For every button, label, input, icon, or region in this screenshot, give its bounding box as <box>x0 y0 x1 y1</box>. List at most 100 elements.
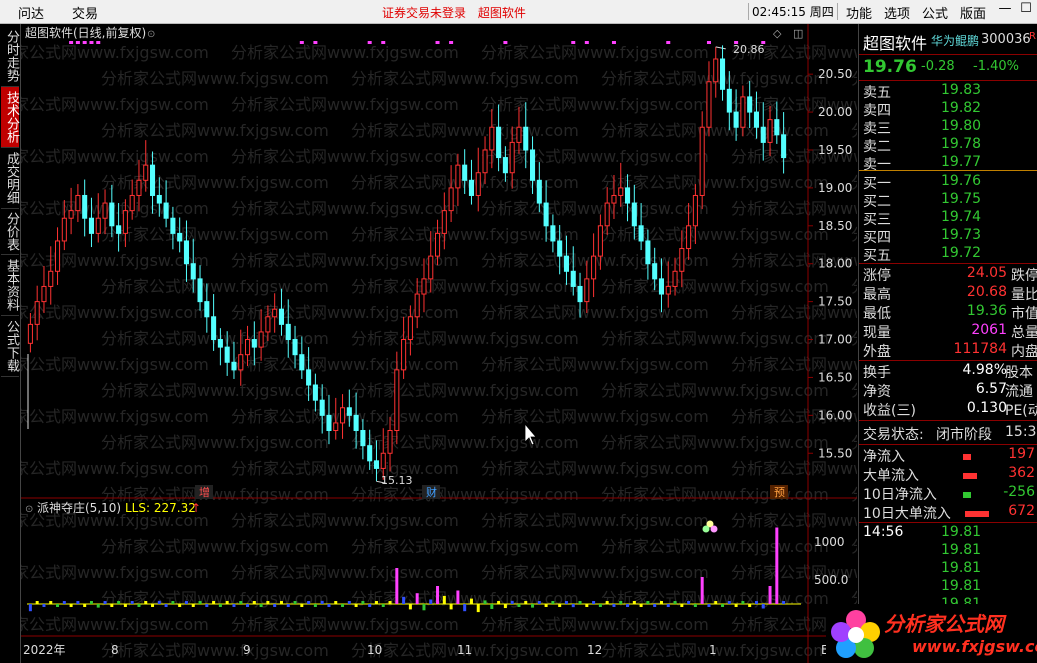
menu-trade[interactable]: 交易 <box>72 3 98 22</box>
stat-row: 外盘 111784 内盘 <box>863 341 1037 360</box>
candle-body <box>136 179 142 196</box>
nav-technical[interactable]: 技术分析 <box>1 87 19 148</box>
watermark-text: 分析家公式网www.fxjgsw.com <box>231 511 459 530</box>
candle-body <box>496 126 502 159</box>
stock-code: 300036 <box>981 32 1031 47</box>
candle-body <box>645 240 651 265</box>
watermark-text: 分析家公式网www.fxjgsw.com <box>101 537 329 556</box>
stat-label: 最高 <box>863 287 891 303</box>
watermark-text: 分析家公式网www.fxjgsw.com <box>601 329 829 348</box>
watermark-text: 分析家公式网www.fxjgsw.com <box>851 537 857 556</box>
left-nav: 分时走势 技术分析 成交明细 分价表 基本资料 公式下载 <box>0 24 21 663</box>
nav-trade-detail[interactable]: 成交明细 <box>1 148 19 209</box>
watermark-text: 分析家公式网www.fxjgsw.com <box>21 407 209 426</box>
maximize-button[interactable]: ☐ <box>1015 1 1037 16</box>
menu-formula[interactable]: 公式 <box>922 3 948 22</box>
indicator-bar <box>497 601 501 604</box>
indicator-title[interactable]: 派神夺庄(5,10) <box>37 500 121 515</box>
menu-layout[interactable]: 版面 <box>960 3 986 22</box>
menu-options[interactable]: 选项 <box>884 3 910 22</box>
candle-body <box>360 430 366 447</box>
flow-label: 净流入 <box>863 449 905 465</box>
menu-function[interactable]: 功能 <box>846 3 872 22</box>
indicator-bar <box>524 601 528 604</box>
nav-formula-download[interactable]: 公式下载 <box>1 316 19 377</box>
indicator-bar <box>42 604 46 607</box>
candle-body <box>211 316 217 341</box>
candle-body <box>326 414 332 432</box>
event-marker-yu[interactable]: 预 <box>774 486 785 499</box>
indicator-bar <box>564 601 568 604</box>
nav-price-table[interactable]: 分价表 <box>1 209 19 255</box>
candle-body <box>116 225 122 234</box>
indicator-bar <box>286 604 290 607</box>
candle-body <box>251 339 257 348</box>
indicator-bar <box>687 601 691 604</box>
candle-body <box>150 164 156 196</box>
indicator-bar <box>700 577 704 604</box>
kline-chart[interactable]: 分析家公式网www.fxjgsw.com 分析家公式网www.fxjgsw.com… <box>21 24 857 663</box>
indicator-bar <box>259 604 263 607</box>
signal-dot <box>299 41 304 44</box>
stat-value: 19.36 <box>966 303 1007 319</box>
tick-row: 19.81 <box>863 578 1035 596</box>
watermark-text: 分析家公式网www.fxjgsw.com <box>601 485 829 504</box>
indicator-bar <box>578 601 582 604</box>
indicator-bar <box>408 604 412 610</box>
x-label-12: 12 <box>587 643 602 657</box>
indicator-bar <box>28 604 32 612</box>
watermark-text: 分析家公式网www.fxjgsw.com <box>21 563 209 582</box>
indicator-menu-icon[interactable]: ⊙ <box>25 504 33 515</box>
trade-login-status[interactable]: 证券交易未登录 <box>382 6 466 20</box>
event-marker-zeng[interactable]: 增 <box>199 485 210 499</box>
tick-price: 19.81 <box>941 542 982 558</box>
diamond-icon[interactable]: ◇ <box>773 27 782 40</box>
stock-name-notice[interactable]: 超图软件 <box>478 6 526 20</box>
indicator-bar <box>693 604 697 607</box>
indicator-bar <box>144 601 148 604</box>
menu-wenda[interactable]: 问达 <box>18 3 44 22</box>
tick-price: 19.81 <box>941 578 982 594</box>
event-marker-cai[interactable]: 财 <box>426 485 437 499</box>
panel-toggle-icon[interactable]: ◫ <box>793 27 803 40</box>
watermark-text: 分析家公式网www.fxjgsw.com <box>351 329 579 348</box>
chart-title[interactable]: 超图软件(日线,前复权) <box>25 25 146 40</box>
watermark-text: 分析家公式网www.fxjgsw.com <box>351 537 579 556</box>
candle-body <box>536 179 542 204</box>
candle-body <box>672 270 678 287</box>
indicator-bar <box>273 604 277 607</box>
minimize-button[interactable]: — <box>994 1 1016 16</box>
stat2-sub-label: 流通 <box>1005 384 1033 400</box>
indicator-bar <box>639 604 643 607</box>
watermark-text: 分析家公式网www.fxjgsw.com <box>731 511 857 530</box>
indicator-bar <box>225 601 229 604</box>
ask-row: 卖三 19.80 <box>863 118 1035 137</box>
tick-price: 19.81 <box>941 524 982 540</box>
candle-body <box>34 301 40 325</box>
chart-title-dropdown-icon[interactable]: ⊙ <box>147 29 155 40</box>
y-tick-label: 16.00 <box>818 408 852 422</box>
candle-body <box>441 210 447 234</box>
bid-label: 买五 <box>863 248 891 264</box>
ask-label: 卖三 <box>863 121 891 137</box>
trade-status-row: 交易状态: 闭市阶段 15:3 <box>863 424 1036 443</box>
signal-dot <box>449 41 454 44</box>
indicator-bar <box>483 600 487 604</box>
concept-tag[interactable]: 华为鲲鹏 <box>931 32 979 49</box>
indicator-bar <box>252 601 256 604</box>
signal-dot <box>367 41 372 44</box>
candle-body <box>285 323 291 341</box>
flow-bar <box>965 511 989 517</box>
login-notice: 证券交易未登录 超图软件 <box>382 4 534 21</box>
nav-intraday[interactable]: 分时走势 <box>1 26 19 87</box>
bid-row: 买四 19.73 <box>863 227 1035 246</box>
candle-body <box>543 202 549 227</box>
bid-price: 19.73 <box>941 227 982 243</box>
nav-fundamentals[interactable]: 基本资料 <box>1 255 19 316</box>
y-tick-label: 18.00 <box>818 257 852 271</box>
stat-value: 20.68 <box>966 284 1007 300</box>
flow-bar <box>963 473 977 479</box>
indicator-bar <box>748 604 752 607</box>
stat-row: 现量 2061 总量 <box>863 322 1037 341</box>
indicator-bar <box>456 590 460 604</box>
